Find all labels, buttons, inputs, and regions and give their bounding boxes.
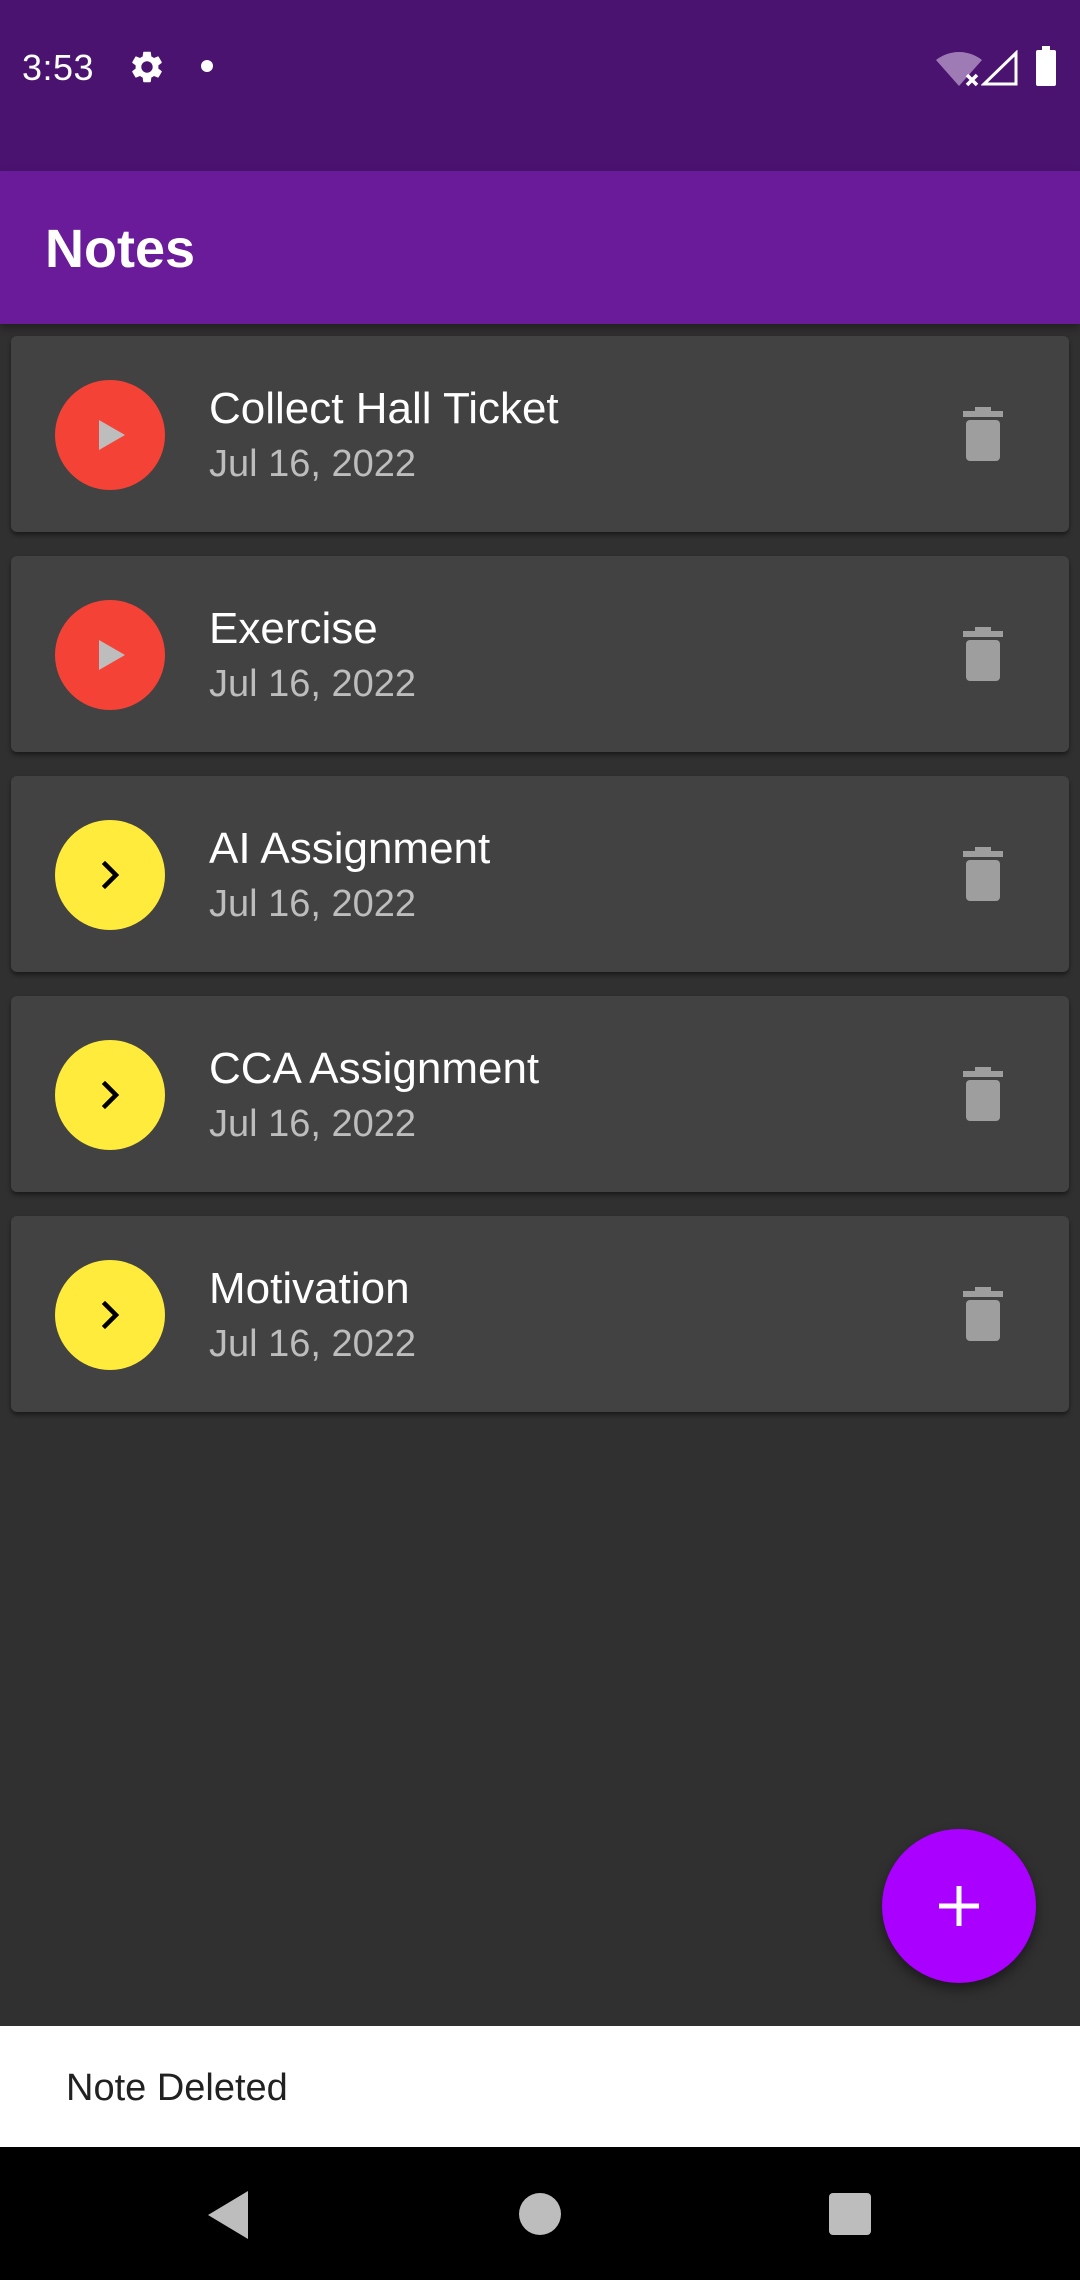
delete-button[interactable] <box>951 1062 1015 1126</box>
delete-button[interactable] <box>951 622 1015 686</box>
add-note-button[interactable] <box>882 1829 1036 1983</box>
delete-button[interactable] <box>951 402 1015 466</box>
recents-icon[interactable] <box>829 2193 871 2235</box>
system-nav-bar <box>0 2147 1080 2280</box>
trash-icon <box>963 1067 1003 1121</box>
note-date: Jul 16, 2022 <box>209 883 417 925</box>
delete-button[interactable] <box>951 1282 1015 1346</box>
note-status-avatar[interactable] <box>55 1260 165 1370</box>
snackbar-message: Note Deleted <box>66 2067 288 2109</box>
note-item[interactable]: CCA Assignment Jul 16, 2022 <box>11 996 1069 1192</box>
note-item[interactable]: Exercise Jul 16, 2022 <box>11 556 1069 752</box>
note-item[interactable]: Collect Hall Ticket Jul 16, 2022 <box>11 336 1069 532</box>
trash-icon <box>963 847 1003 901</box>
note-status-avatar[interactable] <box>55 820 165 930</box>
page-title: Notes <box>45 219 196 279</box>
note-date: Jul 16, 2022 <box>209 663 417 705</box>
note-title: Collect Hall Ticket <box>209 384 559 433</box>
note-list: Collect Hall Ticket Jul 16, 2022 Exercis… <box>11 336 1069 1436</box>
note-date: Jul 16, 2022 <box>209 1103 417 1145</box>
trash-icon <box>963 627 1003 681</box>
delete-button[interactable] <box>951 842 1015 906</box>
note-status-avatar[interactable] <box>55 380 165 490</box>
note-title: AI Assignment <box>209 824 491 873</box>
play-icon <box>99 640 125 670</box>
note-item[interactable]: AI Assignment Jul 16, 2022 <box>11 776 1069 972</box>
app-bar: Notes <box>0 171 1080 324</box>
status-time: 3:53 <box>22 47 95 88</box>
trash-icon <box>963 407 1003 461</box>
home-icon[interactable] <box>519 2193 561 2235</box>
chevron-right-icon <box>101 1080 120 1110</box>
chevron-right-icon <box>101 860 120 890</box>
note-date: Jul 16, 2022 <box>209 1323 417 1365</box>
wifi-off-icon <box>936 52 982 87</box>
note-title: Exercise <box>209 604 378 653</box>
back-icon[interactable] <box>204 2189 252 2241</box>
note-date: Jul 16, 2022 <box>209 443 417 485</box>
note-status-avatar[interactable] <box>55 600 165 710</box>
gear-icon <box>132 51 162 83</box>
plus-icon <box>939 1886 979 1926</box>
battery-icon <box>1036 46 1056 86</box>
notification-dot <box>201 60 213 72</box>
note-title: Motivation <box>209 1264 410 1313</box>
note-item[interactable]: Motivation Jul 16, 2022 <box>11 1216 1069 1412</box>
cell-signal-icon <box>981 50 1018 86</box>
note-status-avatar[interactable] <box>55 1040 165 1150</box>
play-icon <box>99 420 125 450</box>
trash-icon <box>963 1287 1003 1341</box>
status-bar: 3:53 <box>0 0 1080 171</box>
snackbar: Note Deleted <box>0 2026 1080 2147</box>
chevron-right-icon <box>101 1300 120 1330</box>
note-title: CCA Assignment <box>209 1044 540 1093</box>
